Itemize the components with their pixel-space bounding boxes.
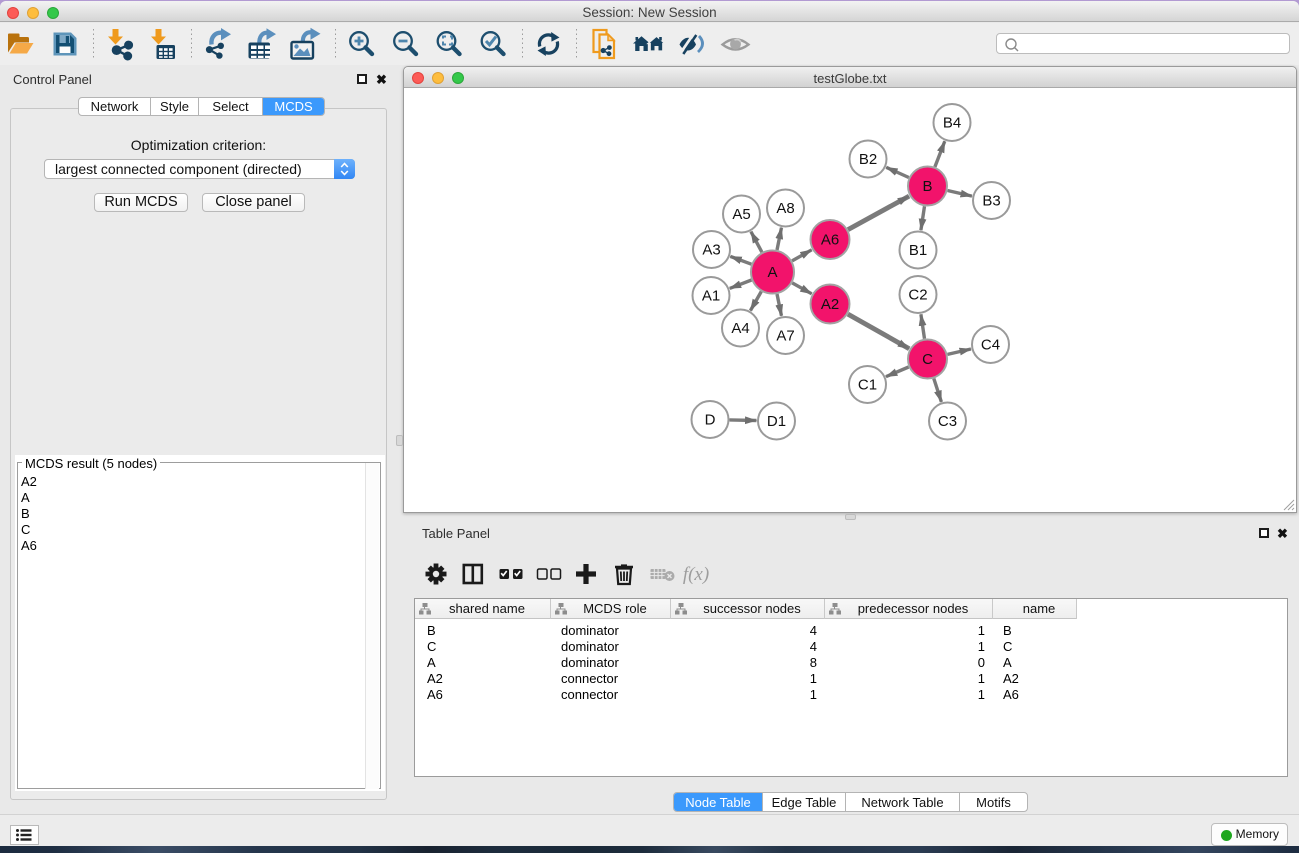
svg-text:B4: B4 bbox=[943, 115, 961, 132]
svg-text:A1: A1 bbox=[702, 288, 720, 305]
svg-text:f(x): f(x) bbox=[683, 564, 709, 585]
svg-text:C4: C4 bbox=[981, 337, 1000, 354]
svg-text:B2: B2 bbox=[859, 151, 877, 168]
svg-text:B3: B3 bbox=[982, 193, 1000, 210]
svg-text:A: A bbox=[767, 264, 777, 281]
svg-text:A2: A2 bbox=[821, 296, 839, 313]
svg-text:C3: C3 bbox=[938, 413, 957, 430]
svg-text:B1: B1 bbox=[909, 242, 927, 259]
svg-text:A7: A7 bbox=[776, 328, 794, 345]
svg-text:D1: D1 bbox=[767, 413, 786, 430]
svg-text:A3: A3 bbox=[702, 242, 720, 259]
svg-text:A4: A4 bbox=[731, 320, 749, 337]
svg-text:D: D bbox=[705, 412, 716, 429]
svg-text:C: C bbox=[922, 351, 933, 368]
svg-text:B: B bbox=[922, 178, 932, 195]
svg-text:A6: A6 bbox=[821, 232, 839, 249]
svg-text:A5: A5 bbox=[732, 206, 750, 223]
svg-text:C2: C2 bbox=[908, 287, 927, 304]
svg-text:A8: A8 bbox=[776, 200, 794, 217]
svg-text:C1: C1 bbox=[858, 377, 877, 394]
